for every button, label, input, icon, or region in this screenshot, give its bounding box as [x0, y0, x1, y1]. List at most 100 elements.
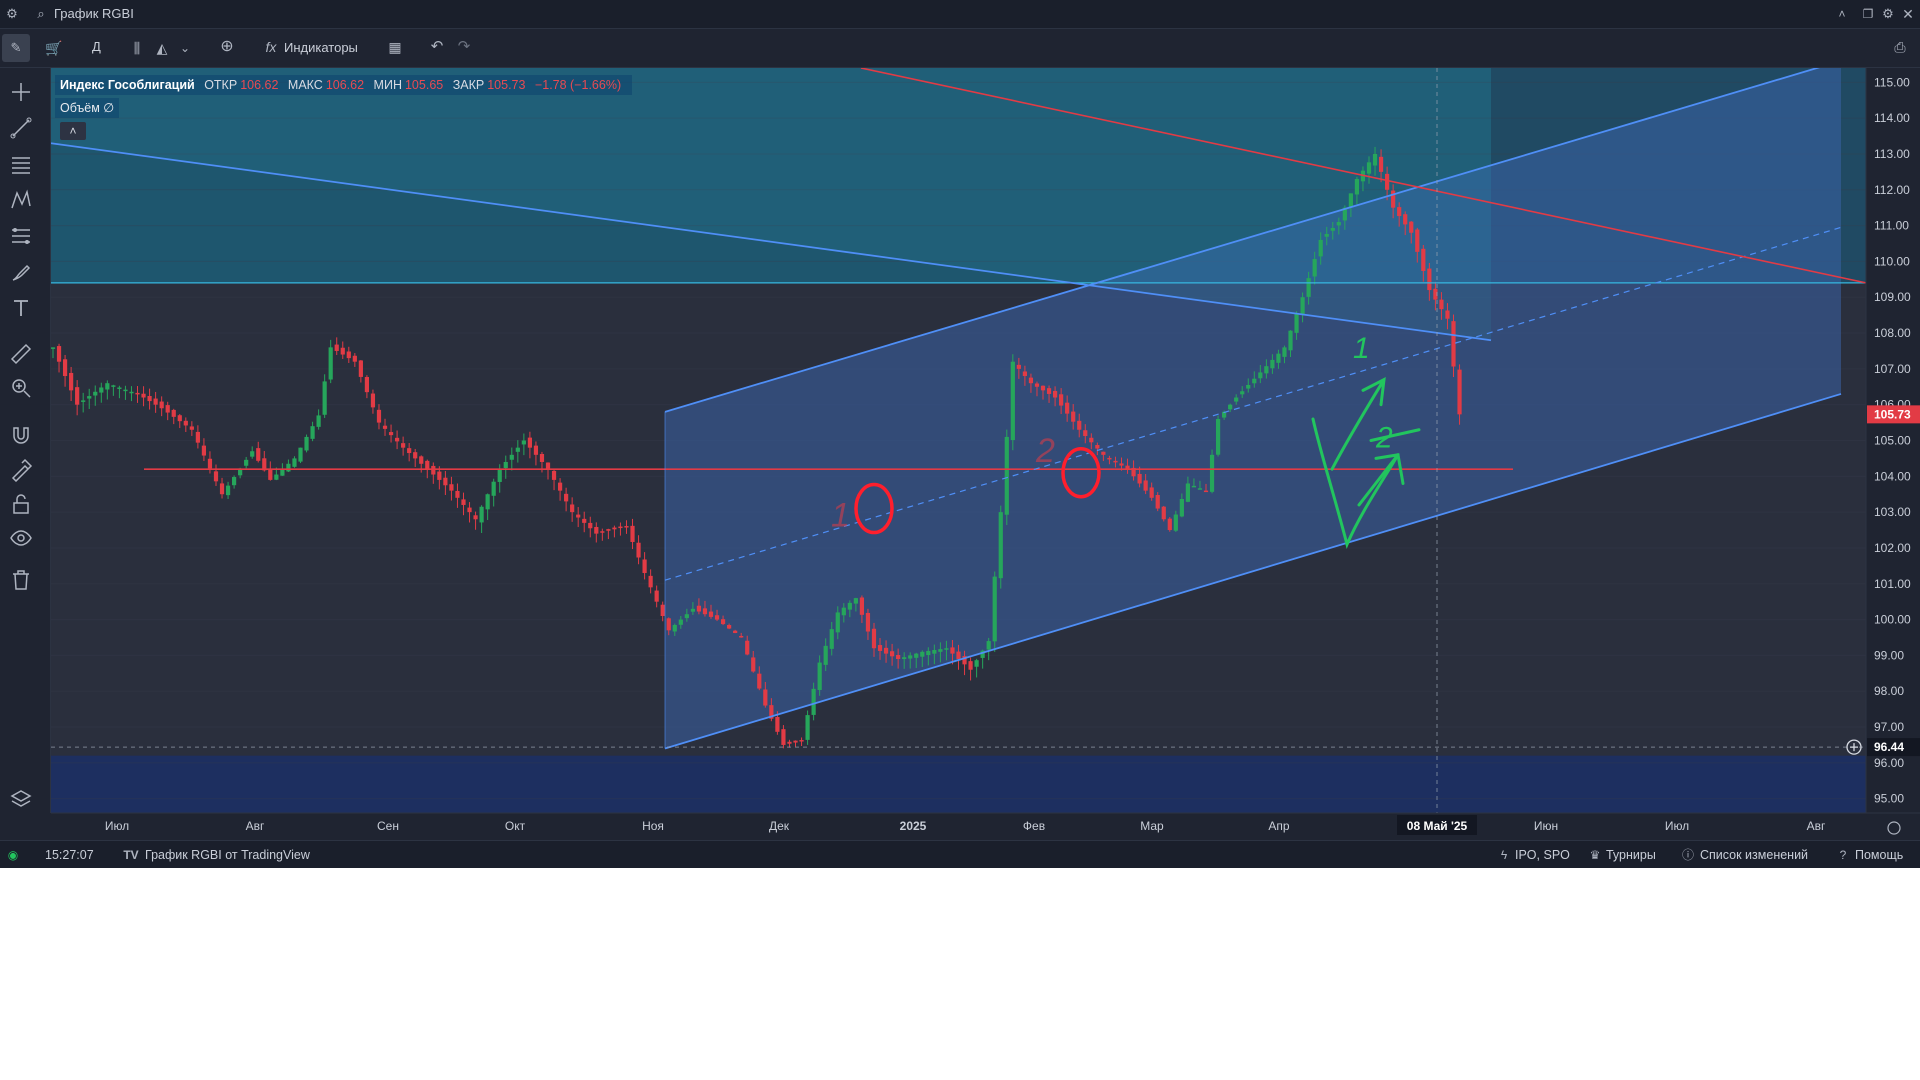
close-icon[interactable]: ✕ [1899, 5, 1917, 23]
lock-icon[interactable] [9, 492, 33, 516]
brush-icon[interactable] [9, 260, 33, 284]
search-icon[interactable]: ⌕ [34, 5, 48, 23]
candle-body [473, 515, 478, 520]
candle-body [497, 469, 502, 482]
legend-collapse-button[interactable]: ˄ [60, 122, 86, 140]
candle-body [787, 741, 792, 744]
candle-body [956, 651, 961, 659]
trend-line-icon[interactable] [9, 116, 33, 140]
source-label[interactable]: График RGBI от TradingView [145, 848, 310, 862]
candle-body [491, 481, 496, 496]
candle-body [1451, 321, 1456, 367]
candle-body [388, 432, 394, 436]
lock-pencil-icon[interactable] [9, 458, 33, 482]
time-tick-label: Фев [1023, 819, 1045, 833]
price-chart[interactable]: 1 2 1 2 115.00 114.00 113.00 112.00 111.00 110.0… [51, 68, 1920, 840]
candle-body [545, 462, 551, 470]
indicators-button[interactable]: Индикаторы [284, 40, 358, 55]
camera-icon[interactable]: ⎙ [1890, 38, 1910, 56]
candles-icon[interactable]: ⫼ [128, 39, 146, 57]
zoom-icon[interactable] [9, 376, 33, 400]
candle-body [684, 614, 689, 619]
low-value: 105.65 [404, 78, 444, 92]
fib-icon[interactable] [9, 224, 33, 248]
layers-icon[interactable] [9, 788, 33, 812]
candle-body [165, 405, 170, 413]
tournaments-link[interactable]: Турниры [1606, 848, 1656, 862]
text-icon[interactable] [9, 296, 33, 320]
candle-body [672, 624, 677, 632]
trash-icon[interactable] [9, 568, 33, 592]
candle-body [1378, 156, 1384, 172]
candle-body [1282, 347, 1287, 357]
eye-icon[interactable] [9, 526, 33, 550]
candle-body [225, 485, 231, 496]
redo-icon[interactable]: ↷ [455, 38, 473, 56]
candle-body [841, 607, 846, 616]
candle-body [394, 437, 400, 442]
candle-body [539, 453, 545, 462]
candle-body [503, 461, 508, 469]
drawing-mode-button[interactable]: ✎ [2, 34, 30, 62]
app-menu-icon[interactable]: ⚙ [3, 5, 21, 23]
candle-body [352, 355, 357, 362]
timeframe-button[interactable]: Д [92, 39, 101, 54]
candle-body [932, 650, 937, 654]
candle-body [401, 443, 406, 448]
area-chart-icon[interactable]: ◭ [153, 39, 171, 57]
candle-body [781, 729, 786, 745]
candle-body [986, 641, 991, 650]
crosshair-icon[interactable] [9, 80, 33, 104]
candle-body [896, 655, 901, 659]
price-tick-label: 114.00 [1874, 111, 1910, 125]
price-tick-label: 110.00 [1874, 254, 1910, 268]
price-tick-label: 107.00 [1874, 362, 1911, 376]
ipo-link[interactable]: IPO, SPO [1515, 848, 1570, 862]
candle-body [588, 522, 593, 529]
price-tick-label: 95.00 [1874, 792, 1904, 806]
candle-body [274, 474, 279, 480]
collapse-icon[interactable]: ˄ [1833, 5, 1851, 23]
settings-icon[interactable]: ⚙ [1879, 5, 1897, 23]
candle-body [244, 459, 249, 466]
time-tick-label: Сен [377, 819, 399, 833]
help-icon: ? [1839, 848, 1847, 862]
price-tick-label: 99.00 [1874, 648, 1904, 662]
cart-icon[interactable]: 🛒 [45, 39, 63, 57]
candle-body [1348, 193, 1353, 208]
candle-body [1209, 454, 1215, 492]
magnet-icon[interactable] [9, 424, 33, 448]
candle-body [1004, 436, 1009, 515]
changelog-link[interactable]: Список изменений [1700, 848, 1808, 862]
tradingview-window: ⚙ ⌕ График RGBI ˄ ❐ ⚙ ✕ ✎ 🛒 Д ⫼ ◭ ⌄ ⊕ fx… [0, 0, 1920, 868]
chevron-down-icon[interactable]: ⌄ [178, 39, 192, 57]
candle-body [1403, 214, 1408, 225]
price-tick-label: 104.00 [1874, 469, 1911, 483]
candle-body [739, 635, 744, 638]
candle-body [793, 740, 798, 743]
undo-icon[interactable]: ↶ [428, 38, 446, 56]
candle-body [708, 611, 714, 617]
time-axis[interactable] [51, 813, 1920, 840]
candle-body [1264, 366, 1269, 374]
info-icon: ⓘ [1681, 848, 1694, 862]
candle-body [1312, 259, 1317, 277]
crosshair-price-label: 96.44 [1874, 740, 1904, 754]
candle-body [859, 597, 865, 615]
ruler-icon[interactable] [9, 342, 33, 366]
candle-body [364, 377, 370, 393]
help-link[interactable]: Помощь [1855, 848, 1903, 862]
horizontal-lines-icon[interactable] [9, 152, 33, 176]
candle-body [256, 448, 261, 461]
instrument-name: Индекс Гособлигаций [60, 78, 195, 92]
candle-body [1276, 353, 1281, 363]
candle-body [992, 576, 997, 642]
indicators-icon[interactable]: fx [262, 38, 280, 56]
add-compare-icon[interactable]: ⊕ [218, 38, 236, 56]
pattern-icon[interactable] [9, 188, 33, 212]
candle-body [515, 447, 520, 452]
layouts-icon[interactable]: ▦ [386, 38, 404, 56]
marker-label-2: 2 [1035, 432, 1055, 470]
candle-body [509, 454, 514, 460]
restore-icon[interactable]: ❐ [1859, 5, 1877, 23]
